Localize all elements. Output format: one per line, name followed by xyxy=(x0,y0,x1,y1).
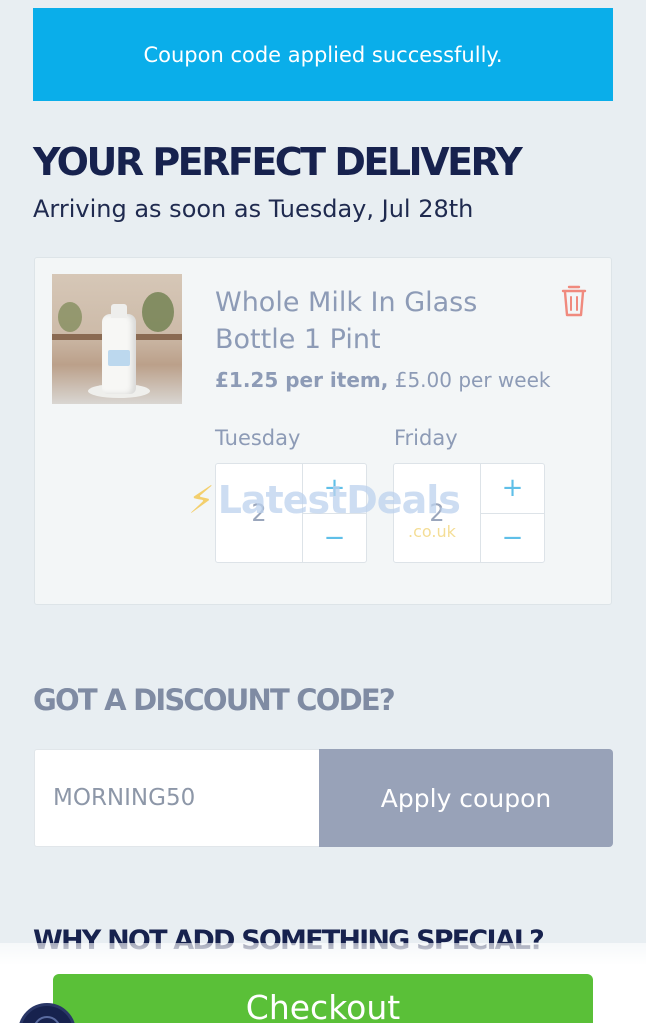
quantity-value[interactable]: 2 xyxy=(216,464,303,562)
watermark-domain: .co.uk xyxy=(408,522,456,541)
day-label-tuesday: Tuesday xyxy=(215,426,301,450)
decrease-button[interactable]: − xyxy=(303,512,366,563)
delivery-title: YOUR PERFECT DELIVERY xyxy=(33,140,523,184)
product-image xyxy=(52,274,182,404)
arrival-date: Arriving as soon as Tuesday, Jul 28th xyxy=(33,195,474,223)
decrease-button[interactable]: − xyxy=(481,512,544,563)
trash-icon[interactable] xyxy=(561,284,587,317)
increase-button[interactable]: + xyxy=(303,464,366,513)
success-banner: Coupon code applied successfully. xyxy=(33,8,613,101)
price-per-week: £5.00 per week xyxy=(388,368,551,392)
discount-title: GOT A DISCOUNT CODE? xyxy=(33,683,396,717)
apply-coupon-button[interactable]: Apply coupon xyxy=(319,749,613,847)
quantity-stepper-tuesday: 2 + − xyxy=(215,463,367,563)
quantity-value[interactable]: 2 xyxy=(394,464,481,562)
success-message: Coupon code applied successfully. xyxy=(143,42,503,67)
price-per-item: £1.25 per item, xyxy=(215,368,389,392)
product-card: Whole Milk In Glass Bottle 1 Pint £1.25 … xyxy=(34,257,612,605)
quantity-stepper-friday: 2 + − xyxy=(393,463,545,563)
checkout-button[interactable]: Checkout xyxy=(53,974,593,1023)
coupon-code-input[interactable] xyxy=(34,749,319,847)
product-price: £1.25 per item, £5.00 per week xyxy=(215,368,550,392)
day-label-friday: Friday xyxy=(394,426,458,450)
increase-button[interactable]: + xyxy=(481,464,544,513)
product-name[interactable]: Whole Milk In Glass Bottle 1 Pint xyxy=(215,284,515,358)
